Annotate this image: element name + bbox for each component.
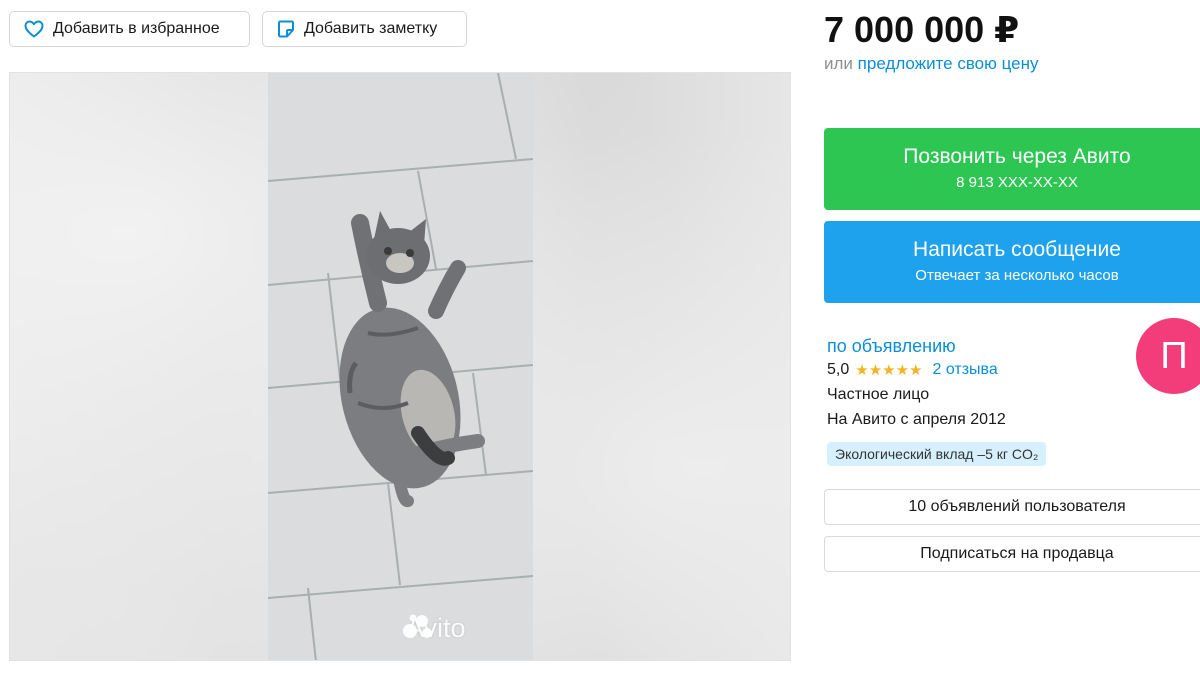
message-button[interactable]: Написать сообщение Отвечает за несколько…	[824, 221, 1200, 303]
listing-photo[interactable]: Avito	[268, 73, 533, 660]
add-to-favorites-label: Добавить в избранное	[53, 20, 220, 37]
subscribe-seller-button[interactable]: Подписаться на продавца	[824, 536, 1200, 572]
add-note-button[interactable]: Добавить заметку	[262, 11, 467, 47]
seller-type: Частное лицо	[827, 386, 930, 403]
seller-rating: 5,0 ★★★★★ 2 отзыва	[827, 361, 998, 379]
rating-stars: ★★★★★	[855, 362, 923, 379]
rating-value: 5,0	[827, 361, 850, 378]
heart-icon	[24, 20, 44, 38]
price-offer-line: или предложите свою цену	[824, 54, 1039, 74]
masked-phone: 8 913 XXX-XX-XX	[956, 174, 1078, 191]
add-to-favorites-button[interactable]: Добавить в избранное	[9, 11, 250, 47]
or-label: или	[824, 54, 853, 73]
call-button[interactable]: Позвонить через Авито 8 913 XXX-XX-XX	[824, 128, 1200, 210]
response-time: Отвечает за несколько часов	[915, 267, 1119, 284]
call-button-label: Позвонить через Авито	[903, 145, 1131, 168]
add-note-label: Добавить заметку	[304, 20, 438, 37]
offer-price-link[interactable]: предложите свою цену	[858, 54, 1039, 73]
cat-photo-illustration	[268, 73, 533, 660]
seller-avatar[interactable]: П	[1136, 318, 1200, 394]
message-button-label: Написать сообщение	[913, 238, 1121, 261]
photo-gallery[interactable]: Avito	[9, 72, 791, 661]
sticky-note-icon	[277, 20, 295, 38]
seller-since: На Авито с апреля 2012	[827, 411, 1006, 428]
seller-name-link[interactable]: по объявлению	[827, 336, 956, 357]
listing-price: 7 000 000 ₽	[824, 9, 1020, 50]
avito-watermark: Avito	[402, 613, 466, 644]
eco-contribution-badge[interactable]: Экологический вклад –5 кг CO₂	[827, 442, 1047, 466]
reviews-link[interactable]: 2 отзыва	[933, 361, 998, 379]
seller-listings-button[interactable]: 10 объявлений пользователя	[824, 489, 1200, 525]
